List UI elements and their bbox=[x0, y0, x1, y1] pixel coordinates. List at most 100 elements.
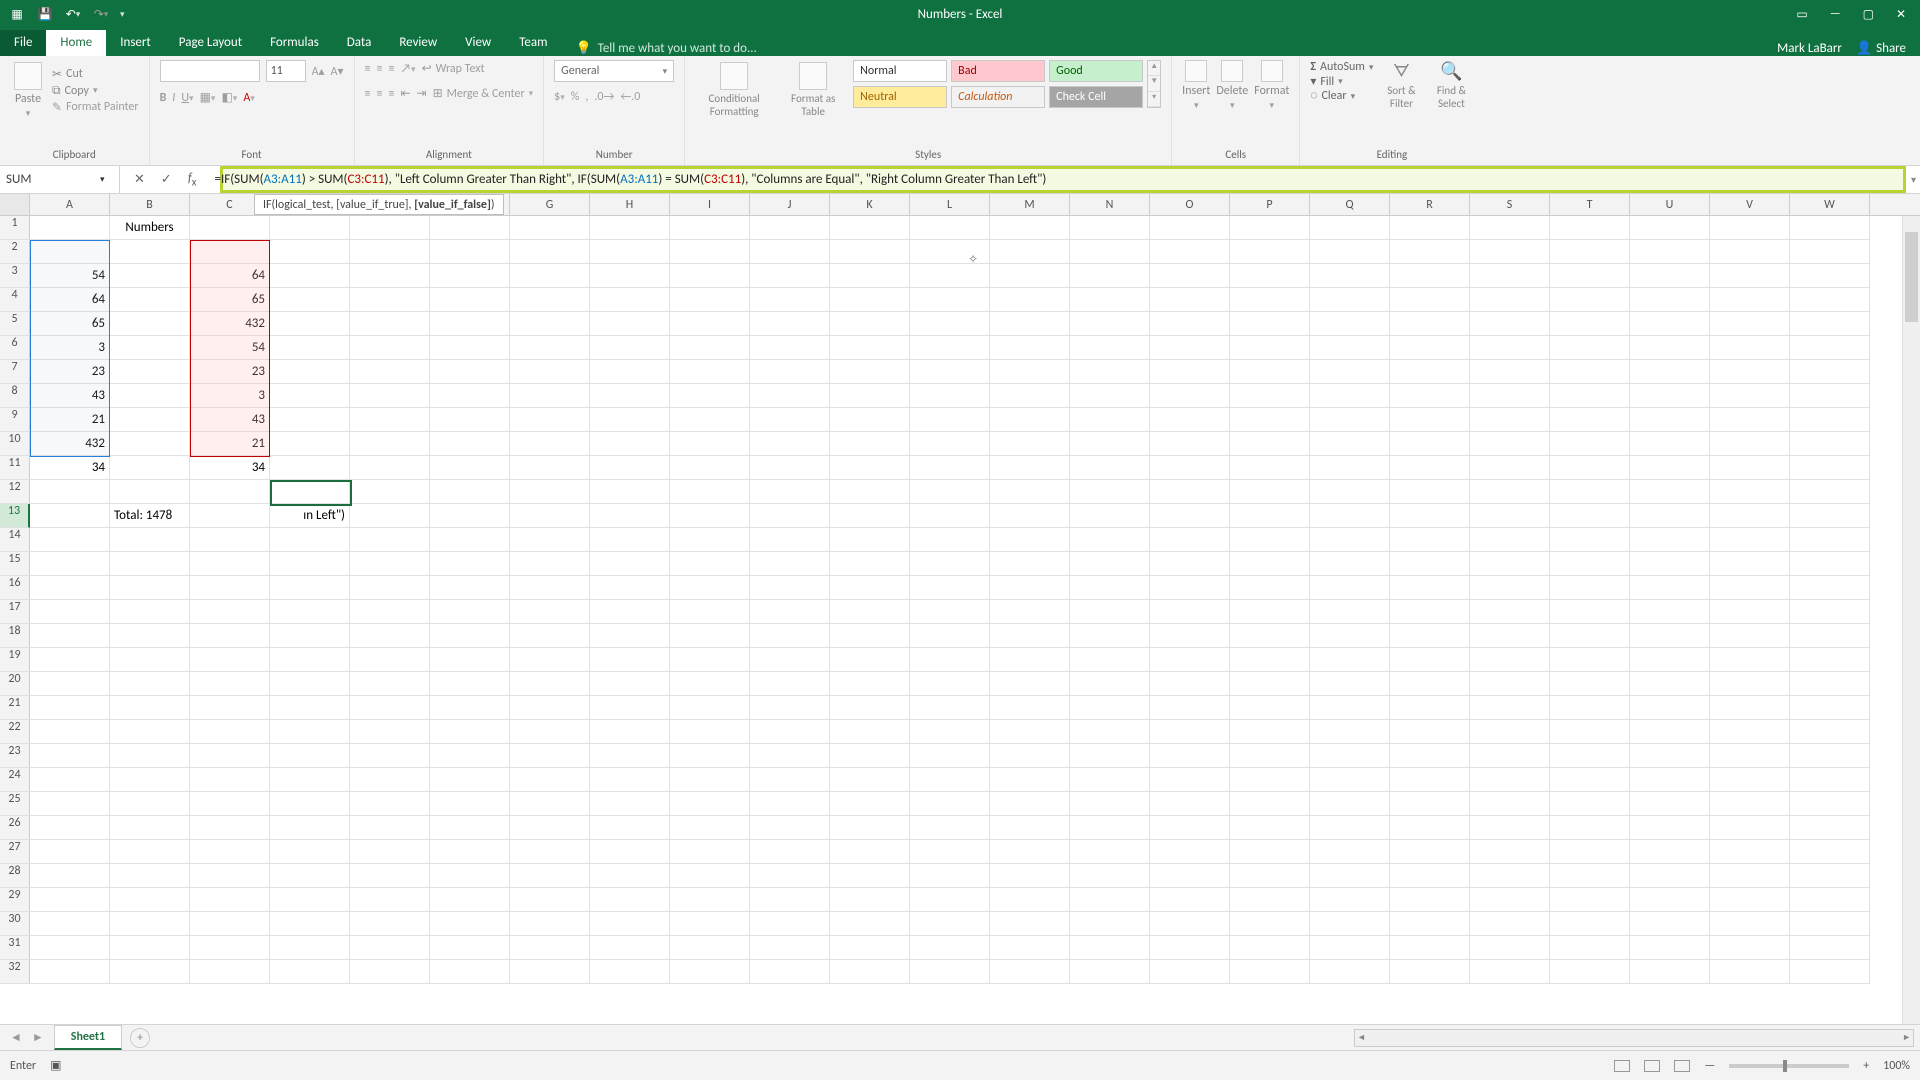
cell[interactable] bbox=[990, 696, 1070, 720]
minimize-icon[interactable]: — bbox=[1830, 7, 1841, 21]
row-header[interactable]: 23 bbox=[0, 744, 30, 768]
cell[interactable] bbox=[1550, 816, 1630, 840]
col-header-N[interactable]: N bbox=[1070, 194, 1150, 215]
cell[interactable] bbox=[1710, 312, 1790, 336]
cell[interactable] bbox=[30, 840, 110, 864]
cell[interactable] bbox=[1230, 768, 1310, 792]
cell[interactable] bbox=[1150, 768, 1230, 792]
insert-cells-button[interactable]: Insert▾ bbox=[1182, 60, 1210, 111]
worksheet-grid[interactable]: A B C D E F G H I J K L M N O P Q R S T … bbox=[0, 194, 1920, 1050]
cell[interactable] bbox=[430, 768, 510, 792]
cell[interactable] bbox=[190, 600, 270, 624]
cell[interactable] bbox=[1630, 432, 1710, 456]
cell[interactable] bbox=[830, 816, 910, 840]
cell[interactable] bbox=[1070, 480, 1150, 504]
cell[interactable] bbox=[270, 720, 350, 744]
cell[interactable] bbox=[350, 840, 430, 864]
cell[interactable] bbox=[1790, 696, 1870, 720]
cell[interactable] bbox=[1790, 720, 1870, 744]
cell[interactable] bbox=[190, 936, 270, 960]
cell[interactable] bbox=[1790, 312, 1870, 336]
cell[interactable] bbox=[510, 384, 590, 408]
cell[interactable] bbox=[110, 456, 190, 480]
cell[interactable] bbox=[510, 480, 590, 504]
cell[interactable] bbox=[1310, 240, 1390, 264]
cell[interactable] bbox=[510, 624, 590, 648]
cell[interactable] bbox=[590, 864, 670, 888]
cell[interactable] bbox=[1790, 264, 1870, 288]
cell[interactable] bbox=[270, 480, 350, 504]
cell[interactable] bbox=[1550, 768, 1630, 792]
cell[interactable] bbox=[510, 768, 590, 792]
cell[interactable] bbox=[1550, 408, 1630, 432]
cell[interactable] bbox=[830, 888, 910, 912]
cell[interactable] bbox=[1710, 552, 1790, 576]
cell[interactable] bbox=[190, 768, 270, 792]
cell[interactable] bbox=[910, 504, 990, 528]
cell[interactable] bbox=[670, 792, 750, 816]
cell[interactable] bbox=[1310, 912, 1390, 936]
cell[interactable] bbox=[270, 264, 350, 288]
fill-button[interactable]: ▾Fill▾ bbox=[1310, 74, 1373, 89]
cell[interactable] bbox=[1630, 504, 1710, 528]
cell[interactable] bbox=[1150, 240, 1230, 264]
cell[interactable] bbox=[1550, 480, 1630, 504]
cell[interactable] bbox=[110, 816, 190, 840]
cell[interactable] bbox=[1470, 720, 1550, 744]
cell[interactable] bbox=[110, 936, 190, 960]
col-header-L[interactable]: L bbox=[910, 194, 990, 215]
cell[interactable] bbox=[1630, 960, 1710, 984]
sheet-nav-prev-icon[interactable]: ◄ bbox=[10, 1030, 22, 1045]
cell[interactable] bbox=[430, 816, 510, 840]
cell[interactable] bbox=[830, 720, 910, 744]
cell[interactable] bbox=[1390, 792, 1470, 816]
cell[interactable] bbox=[1790, 768, 1870, 792]
zoom-in-button[interactable]: + bbox=[1863, 1059, 1869, 1073]
style-check-cell[interactable]: Check Cell bbox=[1049, 86, 1143, 108]
name-box[interactable] bbox=[6, 172, 96, 187]
cell[interactable] bbox=[110, 768, 190, 792]
cell[interactable] bbox=[590, 840, 670, 864]
cell[interactable] bbox=[350, 720, 430, 744]
cell[interactable] bbox=[1470, 672, 1550, 696]
cell[interactable] bbox=[990, 576, 1070, 600]
cell[interactable] bbox=[910, 480, 990, 504]
cell[interactable] bbox=[1150, 840, 1230, 864]
cell[interactable] bbox=[1310, 768, 1390, 792]
align-middle-icon[interactable]: ≡ bbox=[376, 62, 382, 76]
cell[interactable] bbox=[1230, 936, 1310, 960]
row-header[interactable]: 15 bbox=[0, 552, 30, 576]
cell[interactable] bbox=[1630, 288, 1710, 312]
cell[interactable] bbox=[990, 840, 1070, 864]
italic-button[interactable]: I bbox=[172, 91, 175, 105]
tab-formulas[interactable]: Formulas bbox=[256, 30, 333, 56]
cell[interactable] bbox=[350, 336, 430, 360]
cell[interactable] bbox=[990, 960, 1070, 984]
cell[interactable] bbox=[510, 960, 590, 984]
macro-record-icon[interactable]: ▣ bbox=[50, 1058, 61, 1073]
col-header-T[interactable]: T bbox=[1550, 194, 1630, 215]
font-size-box[interactable] bbox=[266, 60, 306, 82]
cell[interactable] bbox=[270, 576, 350, 600]
cell[interactable] bbox=[1630, 792, 1710, 816]
cell[interactable] bbox=[510, 264, 590, 288]
align-center-icon[interactable]: ≡ bbox=[376, 87, 382, 101]
cell[interactable] bbox=[1470, 288, 1550, 312]
cell[interactable] bbox=[750, 624, 830, 648]
cell[interactable] bbox=[1790, 456, 1870, 480]
cell[interactable] bbox=[1550, 624, 1630, 648]
account-name[interactable]: Mark LaBarr bbox=[1777, 41, 1842, 56]
cell[interactable] bbox=[1470, 744, 1550, 768]
cell[interactable] bbox=[430, 672, 510, 696]
cell[interactable] bbox=[910, 432, 990, 456]
cell[interactable] bbox=[350, 912, 430, 936]
delete-cells-button[interactable]: Delete▾ bbox=[1216, 60, 1248, 111]
cell[interactable] bbox=[30, 960, 110, 984]
col-header-G[interactable]: G bbox=[510, 194, 590, 215]
align-top-icon[interactable]: ≡ bbox=[365, 62, 371, 76]
cell[interactable] bbox=[750, 888, 830, 912]
cell[interactable] bbox=[590, 240, 670, 264]
cell[interactable] bbox=[750, 864, 830, 888]
cell[interactable]: 54 bbox=[30, 264, 110, 288]
cell[interactable] bbox=[30, 792, 110, 816]
